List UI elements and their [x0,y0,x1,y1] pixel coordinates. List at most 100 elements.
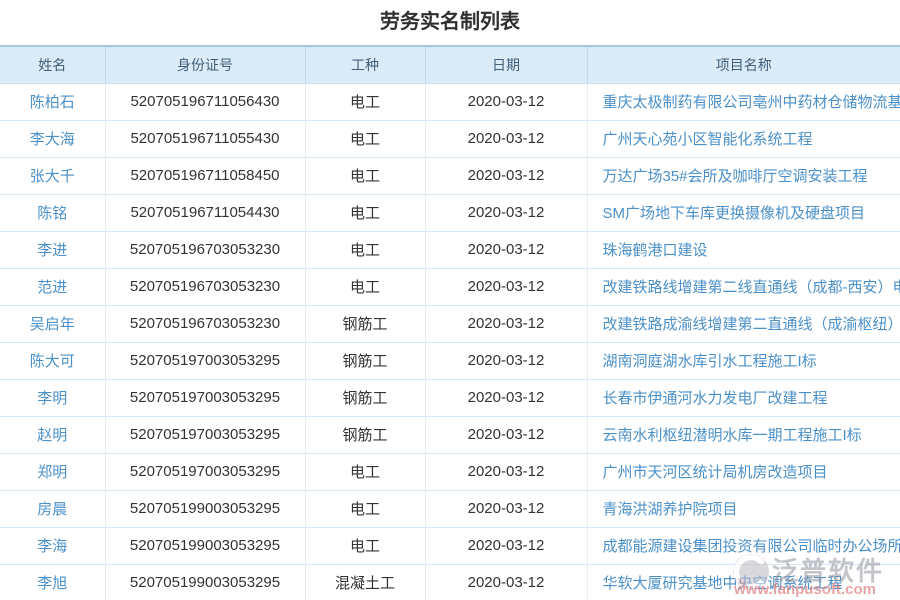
worker-name-cell: 房晨 [0,490,105,527]
table-row: 李进 520705196703053230 电工 2020-03-12 珠海鹤港… [0,231,900,268]
date-cell: 2020-03-12 [425,157,587,194]
job-type-cell: 电工 [305,83,425,120]
project-name-link[interactable]: 万达广场35#会所及咖啡厅空调安装工程 [603,168,868,185]
table-row: 李海 520705199003053295 电工 2020-03-12 成都能源… [0,527,900,564]
worker-name-link[interactable]: 房晨 [37,501,67,518]
id-number-cell: 520705199003053295 [105,564,305,600]
worker-name-link[interactable]: 赵明 [37,427,67,444]
job-type-cell: 电工 [305,268,425,305]
job-type-cell: 钢筋工 [305,342,425,379]
column-header-job: 工种 [305,46,425,83]
date-cell: 2020-03-12 [425,379,587,416]
id-number-cell: 520705196703053230 [105,231,305,268]
page-title: 劳务实名制列表 [0,0,900,45]
worker-name-cell: 陈大可 [0,342,105,379]
date-cell: 2020-03-12 [425,194,587,231]
column-header-id: 身份证号 [105,46,305,83]
worker-name-link[interactable]: 郑明 [37,464,67,481]
id-number-cell: 520705196711056430 [105,83,305,120]
id-number-cell: 520705196703053230 [105,268,305,305]
column-header-project: 项目名称 [587,46,900,83]
worker-name-cell: 李海 [0,527,105,564]
project-name-cell: 青海洪湖养护院项目 [587,490,900,527]
project-name-link[interactable]: 华软大厦研究基地中央空调系统工程 [603,575,843,592]
labor-realname-table: 姓名 身份证号 工种 日期 项目名称 陈柏石 52070519671105643… [0,45,900,600]
worker-name-cell: 郑明 [0,453,105,490]
worker-name-cell: 李进 [0,231,105,268]
date-cell: 2020-03-12 [425,268,587,305]
date-cell: 2020-03-12 [425,453,587,490]
project-name-link[interactable]: 珠海鹤港口建设 [603,242,708,259]
project-name-link[interactable]: 改建铁路线增建第二线直通线（成都-西安）电力... [603,279,900,296]
worker-name-link[interactable]: 张大千 [30,168,75,185]
worker-name-cell: 吴启年 [0,305,105,342]
worker-name-link[interactable]: 李进 [37,242,67,259]
project-name-link[interactable]: 广州市天河区统计局机房改造项目 [603,464,828,481]
worker-name-link[interactable]: 李海 [37,538,67,555]
project-name-cell: 广州天心苑小区智能化系统工程 [587,120,900,157]
project-name-link[interactable]: 长春市伊通河水力发电厂改建工程 [603,390,828,407]
table-row: 范进 520705196703053230 电工 2020-03-12 改建铁路… [0,268,900,305]
column-header-name: 姓名 [0,46,105,83]
worker-name-link[interactable]: 陈大可 [30,353,75,370]
table-row: 吴启年 520705196703053230 钢筋工 2020-03-12 改建… [0,305,900,342]
date-cell: 2020-03-12 [425,342,587,379]
worker-name-cell: 李明 [0,379,105,416]
table-row: 陈大可 520705197003053295 钢筋工 2020-03-12 湖南… [0,342,900,379]
date-cell: 2020-03-12 [425,527,587,564]
table-row: 赵明 520705197003053295 钢筋工 2020-03-12 云南水… [0,416,900,453]
table-row: 陈柏石 520705196711056430 电工 2020-03-12 重庆太… [0,83,900,120]
table-row: 张大千 520705196711058450 电工 2020-03-12 万达广… [0,157,900,194]
project-name-cell: SM广场地下车库更换摄像机及硬盘项目 [587,194,900,231]
worker-name-link[interactable]: 陈柏石 [30,94,75,111]
project-name-cell: 万达广场35#会所及咖啡厅空调安装工程 [587,157,900,194]
worker-name-link[interactable]: 陈铭 [37,205,67,222]
project-name-link[interactable]: 重庆太极制药有限公司亳州中药材仓储物流基地项... [603,94,900,111]
project-name-link[interactable]: 改建铁路成渝线增建第二直通线（成渝枢纽）电力... [603,316,900,333]
worker-name-cell: 赵明 [0,416,105,453]
date-cell: 2020-03-12 [425,231,587,268]
date-cell: 2020-03-12 [425,305,587,342]
job-type-cell: 钢筋工 [305,416,425,453]
project-name-link[interactable]: 广州天心苑小区智能化系统工程 [603,131,813,148]
worker-name-link[interactable]: 范进 [37,279,67,296]
job-type-cell: 混凝土工 [305,564,425,600]
project-name-link[interactable]: 成都能源建设集团投资有限公司临时办公场所装修... [603,538,900,555]
date-cell: 2020-03-12 [425,83,587,120]
job-type-cell: 钢筋工 [305,305,425,342]
worker-name-link[interactable]: 李大海 [30,131,75,148]
table-row: 李旭 520705199003053295 混凝土工 2020-03-12 华软… [0,564,900,600]
header-row: 姓名 身份证号 工种 日期 项目名称 [0,46,900,83]
worker-name-link[interactable]: 吴启年 [30,316,75,333]
id-number-cell: 520705196711058450 [105,157,305,194]
project-name-cell: 华软大厦研究基地中央空调系统工程 [587,564,900,600]
id-number-cell: 520705197003053295 [105,416,305,453]
project-name-cell: 湖南洞庭湖水库引水工程施工I标 [587,342,900,379]
id-number-cell: 520705197003053295 [105,342,305,379]
table-body: 陈柏石 520705196711056430 电工 2020-03-12 重庆太… [0,83,900,600]
project-name-cell: 改建铁路成渝线增建第二直通线（成渝枢纽）电力... [587,305,900,342]
table-row: 郑明 520705197003053295 电工 2020-03-12 广州市天… [0,453,900,490]
project-name-link[interactable]: 湖南洞庭湖水库引水工程施工I标 [603,353,817,370]
project-name-link[interactable]: 青海洪湖养护院项目 [603,501,738,518]
id-number-cell: 520705199003053295 [105,490,305,527]
table-row: 李明 520705197003053295 钢筋工 2020-03-12 长春市… [0,379,900,416]
worker-name-cell: 张大千 [0,157,105,194]
job-type-cell: 钢筋工 [305,379,425,416]
id-number-cell: 520705197003053295 [105,379,305,416]
worker-name-link[interactable]: 李明 [37,390,67,407]
date-cell: 2020-03-12 [425,120,587,157]
project-name-cell: 成都能源建设集团投资有限公司临时办公场所装修... [587,527,900,564]
project-name-cell: 长春市伊通河水力发电厂改建工程 [587,379,900,416]
date-cell: 2020-03-12 [425,564,587,600]
id-number-cell: 520705199003053295 [105,527,305,564]
id-number-cell: 520705196703053230 [105,305,305,342]
table-row: 房晨 520705199003053295 电工 2020-03-12 青海洪湖… [0,490,900,527]
project-name-cell: 改建铁路线增建第二线直通线（成都-西安）电力... [587,268,900,305]
project-name-link[interactable]: 云南水利枢纽潜明水库一期工程施工I标 [603,427,862,444]
job-type-cell: 电工 [305,231,425,268]
project-name-cell: 云南水利枢纽潜明水库一期工程施工I标 [587,416,900,453]
worker-name-link[interactable]: 李旭 [37,575,67,592]
column-header-date: 日期 [425,46,587,83]
project-name-link[interactable]: SM广场地下车库更换摄像机及硬盘项目 [603,205,866,222]
